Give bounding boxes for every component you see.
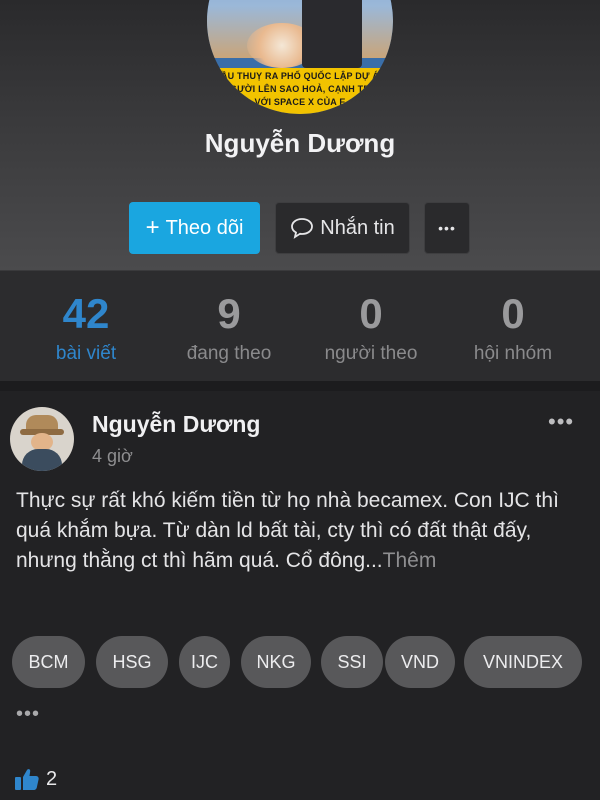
stat-label: đang theo	[186, 343, 272, 364]
more-dots-icon: •••	[438, 220, 456, 236]
like-button[interactable]: 2	[14, 767, 57, 791]
follow-button[interactable]: + Theo dõi	[129, 202, 260, 254]
tag-chip[interactable]: IJC	[179, 636, 230, 688]
stat-label: hội nhóm	[473, 343, 553, 364]
thumbs-up-icon	[15, 769, 39, 790]
more-options-button[interactable]: •••	[424, 202, 470, 254]
more-tags-icon[interactable]: •••	[16, 703, 40, 726]
stat-label: bài viết	[55, 343, 117, 364]
post-body: Thực sự rất khó kiếm tiền từ họ nhà beca…	[16, 486, 588, 576]
stat-value: 0	[501, 290, 525, 337]
post-body-text: Thực sự rất khó kiếm tiền từ họ nhà beca…	[16, 489, 559, 572]
tag-chip[interactable]: VNINDEX	[464, 636, 582, 688]
stat-value: 9	[217, 290, 241, 337]
post-menu-icon[interactable]: •••	[548, 409, 574, 435]
profile-name: Nguyễn Dương	[204, 128, 396, 158]
stat-label: người theo	[324, 343, 418, 364]
message-button-label: Nhắn tin	[320, 216, 395, 239]
profile-stats: 42 bài viết 9 đang theo 0 người theo 0 h…	[0, 270, 600, 381]
tag-chip[interactable]: NKG	[241, 636, 311, 688]
stat-following[interactable]: 9 đang theo	[154, 289, 304, 365]
stat-value: 42	[62, 290, 110, 337]
stat-posts[interactable]: 42 bài viết	[11, 289, 161, 365]
follow-button-label: Theo dõi	[165, 216, 244, 239]
stat-groups[interactable]: 0 hội nhóm	[438, 289, 588, 365]
avatar-banner-text: BẦU THUỴ RA PHỐ QUỐC LẬP DỰ ÁN NGƯỜI LÊN…	[207, 68, 393, 114]
post-timestamp: 4 giờ	[92, 446, 133, 466]
tag-chip[interactable]: HSG	[96, 636, 168, 688]
stat-followers[interactable]: 0 người theo	[296, 289, 446, 365]
tag-chip[interactable]: BCM	[12, 636, 85, 688]
stat-value: 0	[359, 290, 383, 337]
post-author-name[interactable]: Nguyễn Dương	[92, 411, 260, 438]
read-more-link[interactable]: Thêm	[383, 549, 437, 572]
message-button[interactable]: Nhắn tin	[275, 202, 410, 254]
tag-chip[interactable]: SSI	[321, 636, 383, 688]
chat-bubble-icon	[291, 218, 314, 239]
plus-icon: +	[145, 214, 160, 241]
profile-avatar[interactable]: BẦU THUỴ RA PHỐ QUỐC LẬP DỰ ÁN NGƯỜI LÊN…	[207, 0, 393, 114]
post-author-avatar[interactable]	[10, 407, 74, 471]
post-card: Nguyễn Dương 4 giờ ••• Thực sự rất khó k…	[0, 391, 600, 800]
tag-chip[interactable]: VND	[385, 636, 455, 688]
post-tags: BCM HSG IJC NKG SSI VND VNINDEX	[12, 636, 592, 692]
profile-header: BẦU THUỴ RA PHỐ QUỐC LẬP DỰ ÁN NGƯỜI LÊN…	[0, 0, 600, 270]
like-count: 2	[46, 767, 58, 790]
